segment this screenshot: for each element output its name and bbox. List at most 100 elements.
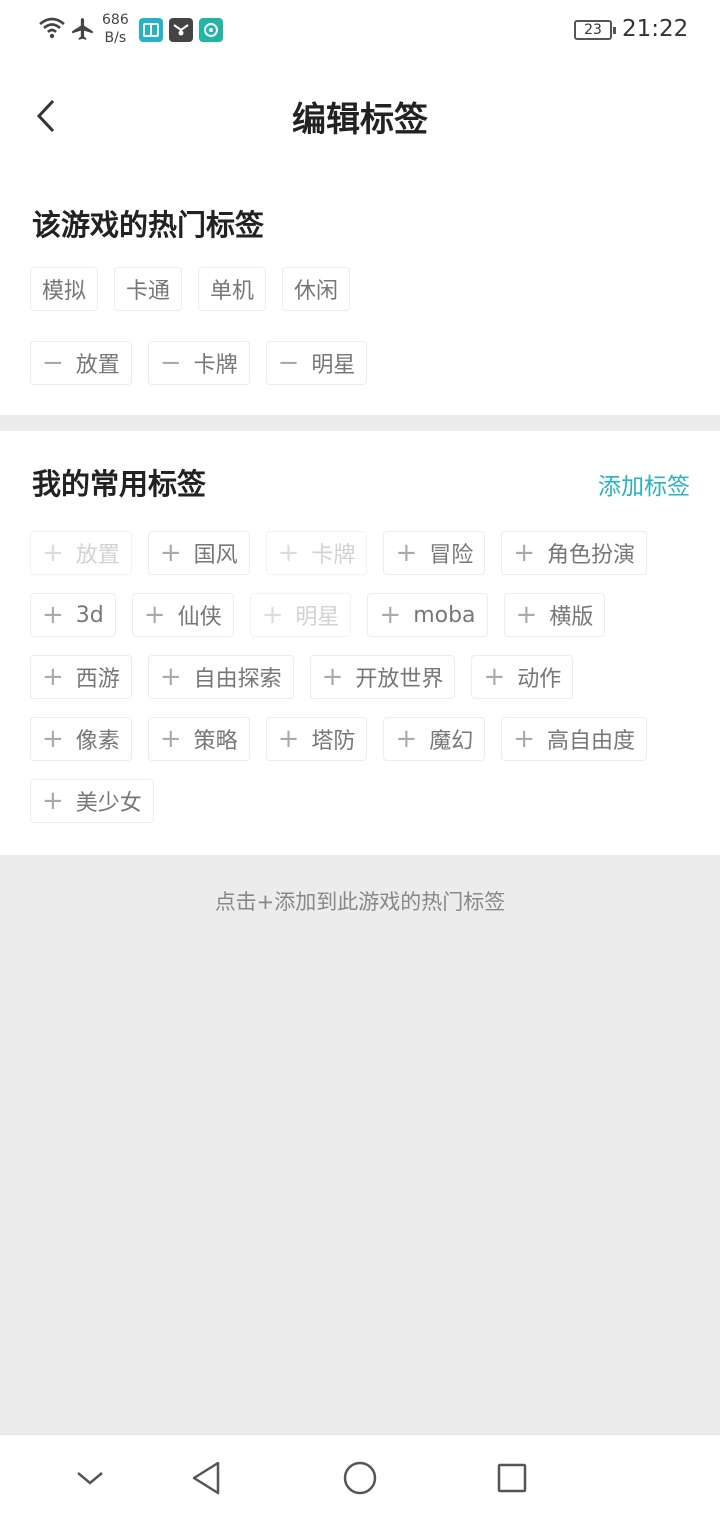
my-tag[interactable]: + 塔防 [265,717,368,761]
clock: 21:22 [622,16,689,42]
plus-icon[interactable]: + [379,602,401,628]
my-tag[interactable]: + 魔幻 [383,717,486,761]
plus-icon[interactable]: + [42,788,64,814]
my-tag: + 卡牌 [265,531,368,575]
tag-label: 放置 [75,353,120,378]
hot-tag[interactable]: 模拟 [30,267,99,311]
battery-indicator: 23 [574,20,616,40]
tag-label: 休闲 [294,279,339,304]
plus-icon[interactable]: + [144,602,166,628]
plus-icon: + [42,538,64,568]
tag-label: 西游 [75,667,120,692]
tag-label: 像素 [75,729,120,754]
plus-icon[interactable]: + [516,602,538,628]
nav-header: 编辑标签 [0,62,720,172]
my-tag[interactable]: + 西游 [30,655,132,699]
page-title: 编辑标签 [292,100,428,140]
tag-label: 美少女 [75,791,142,816]
tag-label: 明星 [311,353,356,378]
my-tag[interactable]: + 角色扮演 [501,531,648,575]
tag-label: 冒险 [429,543,474,568]
plus-icon[interactable]: + [42,602,64,628]
tag-label: 仙侠 [177,605,222,630]
tag-label: 高自由度 [547,729,636,754]
square-recents-icon [497,1463,527,1493]
minus-icon[interactable]: − [160,350,182,376]
hot-tag[interactable]: − 卡牌 [147,341,250,385]
triangle-back-icon [192,1461,220,1495]
tag-label: 卡牌 [193,353,238,378]
plus-icon: + [261,600,284,630]
airplane-icon [70,16,96,46]
plus-icon[interactable]: + [160,664,182,690]
plus-icon[interactable]: + [513,726,535,752]
hot-tag[interactable]: − 放置 [30,341,132,385]
hot-tag[interactable]: 卡通 [114,267,183,311]
system-nav-bar [0,1434,720,1520]
hot-tag[interactable]: 休闲 [282,267,351,311]
my-tag[interactable]: + 开放世界 [309,655,456,699]
my-tags-section: 我的常用标签 添加标签 + 放置 + 国风 + 卡牌 + 冒险 + 角色扮演 +3d + 仙侠 + 明星 + m… [0,431,720,855]
circle-home-icon [343,1461,377,1495]
my-tag[interactable]: + 冒险 [383,531,486,575]
minus-icon[interactable]: − [42,350,64,376]
hint-text: 点击+添加到此游戏的热门标签 [214,890,506,914]
plus-icon[interactable]: + [160,540,182,566]
add-tag-link[interactable]: 添加标签 [598,467,690,501]
my-tag[interactable]: + 美少女 [30,779,154,823]
hot-tag[interactable]: − 明星 [265,341,368,385]
my-tag[interactable]: + 横版 [503,593,606,637]
tag-label: 塔防 [311,729,356,754]
network-speed: 686 B/s [102,12,129,46]
nav-back-button[interactable] [184,1456,228,1500]
hot-tag[interactable]: 单机 [198,267,267,311]
plus-icon[interactable]: + [395,726,417,752]
chevron-down-icon [77,1472,103,1485]
tag-label: 卡通 [126,279,171,304]
my-tag[interactable]: + 仙侠 [131,593,234,637]
tag-label: 自由探索 [193,667,282,692]
plus-icon[interactable]: + [42,726,64,752]
tag-label: 魔幻 [429,729,474,754]
my-tag[interactable]: + 高自由度 [501,717,648,761]
hot-tags-section: 该游戏的热门标签 模拟 卡通 单机 休闲 − 放置 − 卡牌 − 明星 [0,172,720,415]
plus-icon[interactable]: + [160,726,182,752]
tag-label: 单机 [210,279,255,304]
my-tag[interactable]: + moba [367,593,488,637]
tag-label: 动作 [517,667,562,692]
plus-icon[interactable]: + [483,664,505,690]
my-tag[interactable]: + 策略 [147,717,250,761]
minus-icon[interactable]: − [278,350,300,376]
my-tag[interactable]: + 动作 [471,655,574,699]
my-tags-title: 我的常用标签 [32,467,207,501]
hot-tags-title: 该游戏的热门标签 [32,208,265,242]
plus-icon[interactable]: + [395,540,417,566]
mail-app-icon [169,18,193,42]
my-tag[interactable]: +3d [30,593,116,637]
nav-recents-button[interactable] [490,1456,534,1500]
collapse-button[interactable] [68,1456,112,1500]
tag-label: 角色扮演 [547,543,636,568]
tag-label: 横版 [549,605,594,630]
tag-label: 策略 [193,729,238,754]
my-tag: + 放置 [30,531,132,575]
my-tag[interactable]: + 国风 [147,531,250,575]
tag-label: 国风 [193,543,238,568]
plus-icon[interactable]: + [322,664,344,690]
plus-icon[interactable]: + [278,726,300,752]
my-tag[interactable]: + 像素 [30,717,132,761]
tag-label: 放置 [75,543,120,568]
plus-icon[interactable]: + [42,664,64,690]
wifi-icon [38,16,66,44]
hot-tags-list: 模拟 卡通 单机 休闲 − 放置 − 卡牌 − 明星 [30,267,690,415]
tag-label: 卡牌 [311,543,356,568]
book-app-icon [139,18,163,42]
my-tag[interactable]: + 自由探索 [147,655,294,699]
tag-label: 3d [75,602,104,628]
plus-icon: + [277,538,300,568]
tag-label: 明星 [295,605,340,630]
nav-home-button[interactable] [338,1456,382,1500]
plus-icon[interactable]: + [513,540,535,566]
tag-label: 开放世界 [355,667,444,692]
my-tag: + 明星 [249,593,352,637]
